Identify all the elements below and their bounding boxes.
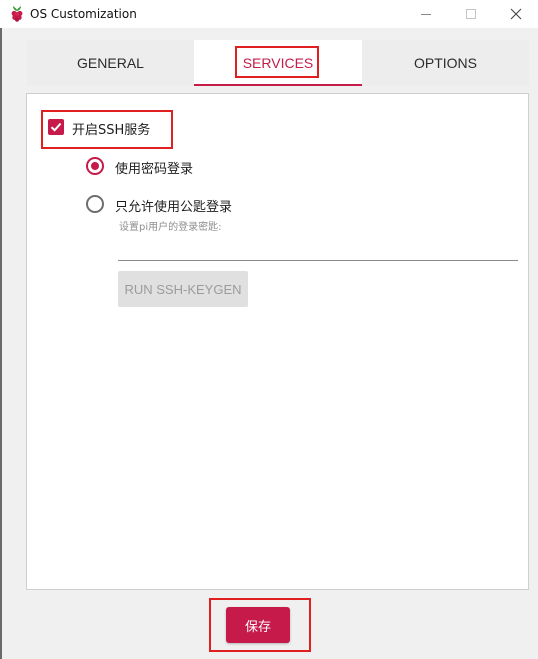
tab-general-label: GENERAL — [77, 55, 144, 71]
close-button[interactable] — [508, 6, 524, 22]
highlight-box-save — [209, 598, 311, 652]
title-bar: OS Customization — [0, 0, 538, 28]
run-ssh-keygen-button[interactable]: RUN SSH-KEYGEN — [118, 271, 248, 307]
window-left-edge — [0, 28, 2, 659]
maximize-icon — [466, 9, 476, 19]
minimize-icon — [421, 14, 431, 15]
pubkey-hint-label: 设置pi用户的登录密匙: — [119, 222, 222, 233]
maximize-button[interactable] — [463, 6, 479, 22]
minimize-button[interactable] — [418, 6, 434, 22]
tab-options[interactable]: OPTIONS — [362, 40, 529, 86]
radio-password-label: 使用密码登录 — [115, 162, 194, 177]
tab-options-label: OPTIONS — [413, 55, 477, 71]
highlight-box-ssh-checkbox — [41, 110, 173, 149]
active-tab-indicator — [194, 84, 362, 86]
window-title: OS Customization — [30, 7, 137, 21]
radio-pubkey-only[interactable] — [86, 195, 104, 213]
highlight-box-services-tab — [235, 46, 319, 78]
radio-password-login[interactable] — [86, 157, 104, 175]
tab-general[interactable]: GENERAL — [27, 40, 194, 86]
radio-selected-dot — [91, 162, 99, 170]
pubkey-input[interactable] — [118, 232, 518, 261]
raspberry-icon — [11, 6, 23, 22]
close-icon — [510, 8, 522, 20]
radio-pubkey-label: 只允许使用公匙登录 — [115, 200, 233, 215]
